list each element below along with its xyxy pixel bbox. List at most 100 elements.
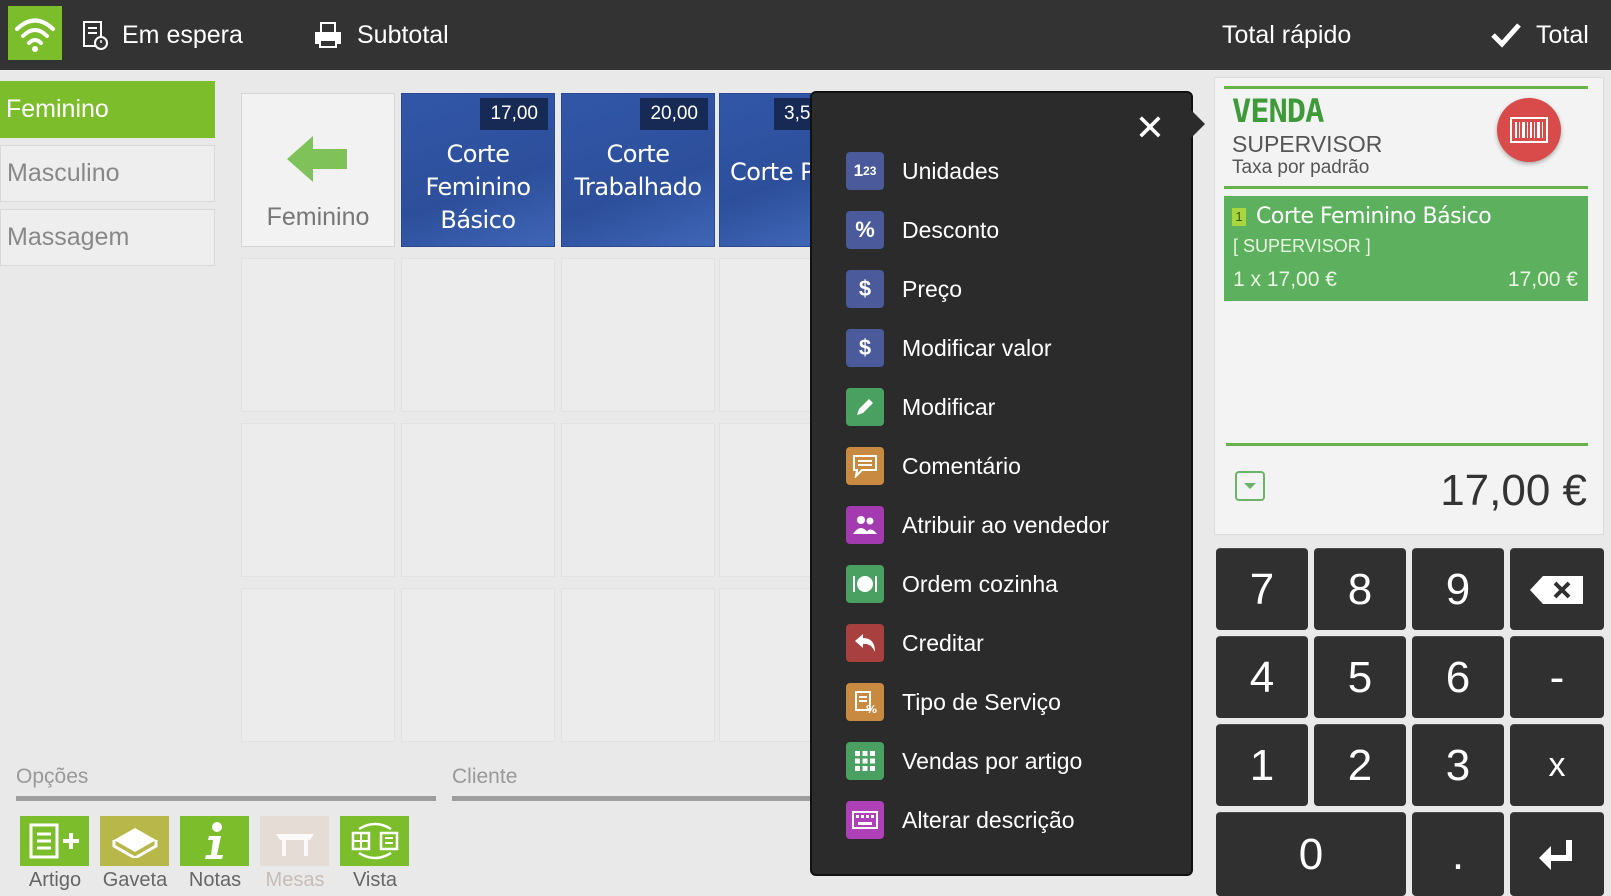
close-icon[interactable]: ✕ (1130, 108, 1170, 148)
undo-icon (846, 624, 884, 662)
key-7[interactable]: 7 (1216, 548, 1308, 630)
key-label: 8 (1347, 564, 1373, 614)
product-name: Corte Feminino Básico (402, 138, 554, 237)
barcode-button[interactable] (1497, 98, 1561, 162)
options-divider (16, 796, 436, 801)
category-massagem[interactable]: Massagem (0, 209, 215, 266)
product-button[interactable]: 20,00 Corte Trabalhado (561, 93, 715, 247)
menu-item-label: Alterar descrição (902, 806, 1075, 833)
key-2[interactable]: 2 (1314, 724, 1406, 806)
article-add-icon (29, 823, 79, 859)
menu-item-sales-by-article[interactable]: Vendas por artigo (846, 738, 1082, 784)
view-label: Vista (352, 869, 398, 891)
key-5[interactable]: 5 (1314, 636, 1406, 718)
popup-pointer (1191, 110, 1205, 138)
key-label: 7 (1249, 564, 1275, 614)
ticket-user: SUPERVISOR (1232, 131, 1383, 157)
menu-item-discount[interactable]: % Desconto (846, 207, 999, 253)
users-icon (846, 506, 884, 544)
product-button[interactable]: 3,5 Corte Pa (719, 93, 811, 247)
key-4[interactable]: 4 (1216, 636, 1308, 718)
key-multiply[interactable]: x (1510, 724, 1604, 806)
key-enter[interactable] (1510, 812, 1604, 896)
empty-slot (719, 588, 811, 742)
options-section-label: Opções (16, 765, 89, 788)
line-qty-badge: 1 (1232, 208, 1246, 226)
subtotal-button[interactable]: Subtotal (313, 0, 449, 70)
key-8[interactable]: 8 (1314, 548, 1406, 630)
empty-slot (719, 258, 811, 412)
ticket-line-item[interactable]: 1 Corte Feminino Básico [ SUPERVISOR ] 1… (1224, 196, 1588, 301)
menu-item-label: Modificar valor (902, 334, 1052, 361)
key-label: - (1549, 652, 1565, 702)
article-button[interactable] (20, 816, 89, 866)
key-minus[interactable]: - (1510, 636, 1604, 718)
tables-button[interactable] (260, 816, 329, 866)
category-masculino[interactable]: Masculino (0, 145, 215, 202)
key-label: . (1451, 829, 1465, 879)
product-name-line: Trabalhado (574, 173, 702, 201)
info-icon (204, 822, 223, 859)
product-name-line: Corte Pa (730, 158, 810, 186)
empty-slot (241, 258, 395, 412)
checkmark-icon (1491, 23, 1521, 48)
arrow-left-icon (287, 136, 347, 182)
drawer-button[interactable] (100, 816, 169, 866)
key-6[interactable]: 6 (1412, 636, 1504, 718)
key-0[interactable]: 0 (1216, 812, 1406, 896)
ticket-tax: Taxa por padrão (1232, 157, 1370, 178)
view-button[interactable] (340, 816, 409, 866)
ticket-top-line (1224, 86, 1588, 89)
menu-item-credit[interactable]: Creditar (846, 620, 984, 666)
total-label: Total (1536, 20, 1589, 49)
percent-icon: % (846, 211, 884, 249)
menu-item-comment[interactable]: Comentário (846, 443, 1021, 489)
product-price: 20,00 (640, 98, 708, 130)
key-label: 2 (1347, 740, 1373, 790)
key-1[interactable]: 1 (1216, 724, 1308, 806)
menu-item-change-description[interactable]: Alterar descrição (846, 797, 1075, 843)
drawer-icon (112, 828, 157, 858)
empty-slot (561, 258, 715, 412)
menu-item-label: Creditar (902, 629, 984, 656)
hold-button[interactable]: Em espera (82, 0, 243, 70)
wifi-button[interactable] (8, 6, 62, 60)
category-label: Feminino (6, 95, 109, 123)
wifi-icon (15, 18, 55, 52)
empty-slot (401, 423, 555, 577)
back-button[interactable]: Feminino (241, 93, 395, 247)
key-3[interactable]: 3 (1412, 724, 1504, 806)
key-label: 6 (1445, 652, 1471, 702)
drawer-label: Gaveta (102, 869, 168, 891)
notes-button[interactable] (180, 816, 249, 866)
key-decimal[interactable]: . (1412, 812, 1504, 896)
menu-item-units[interactable]: 123 Unidades (846, 148, 999, 194)
menu-item-service-type[interactable]: % Tipo de Serviço (846, 679, 1061, 725)
menu-item-modify[interactable]: Modificar (846, 384, 995, 430)
expand-button[interactable] (1235, 471, 1265, 501)
total-button[interactable]: Total (1490, 0, 1589, 70)
product-button[interactable]: 17,00 Corte Feminino Básico (401, 93, 555, 247)
menu-item-kitchen-order[interactable]: Ordem cozinha (846, 561, 1058, 607)
back-label: Feminino (266, 203, 370, 231)
menu-item-label: Ordem cozinha (902, 570, 1058, 597)
menu-item-price[interactable]: $ Preço (846, 266, 962, 312)
category-feminino[interactable]: Feminino (0, 81, 215, 138)
kitchen-icon (846, 565, 884, 603)
key-9[interactable]: 9 (1412, 548, 1504, 630)
product-name: Corte Pa (720, 156, 810, 189)
menu-item-label: Atribuir ao vendedor (902, 511, 1110, 538)
line-item-name: Corte Feminino Básico (1256, 204, 1492, 229)
hold-ticket-icon (83, 21, 108, 50)
key-backspace[interactable] (1510, 548, 1604, 630)
dollar-icon: $ (846, 270, 884, 308)
hold-label: Em espera (122, 20, 243, 49)
dollar-icon: $ (846, 329, 884, 367)
service-type-icon: % (846, 683, 884, 721)
menu-item-modify-value[interactable]: $ Modificar valor (846, 325, 1052, 371)
quick-total-button[interactable]: Total rápido (1222, 0, 1351, 70)
empty-slot (401, 258, 555, 412)
menu-item-assign-seller[interactable]: Atribuir ao vendedor (846, 502, 1109, 548)
empty-slot (401, 588, 555, 742)
line-item-seller: [ SUPERVISOR ] (1233, 236, 1371, 256)
